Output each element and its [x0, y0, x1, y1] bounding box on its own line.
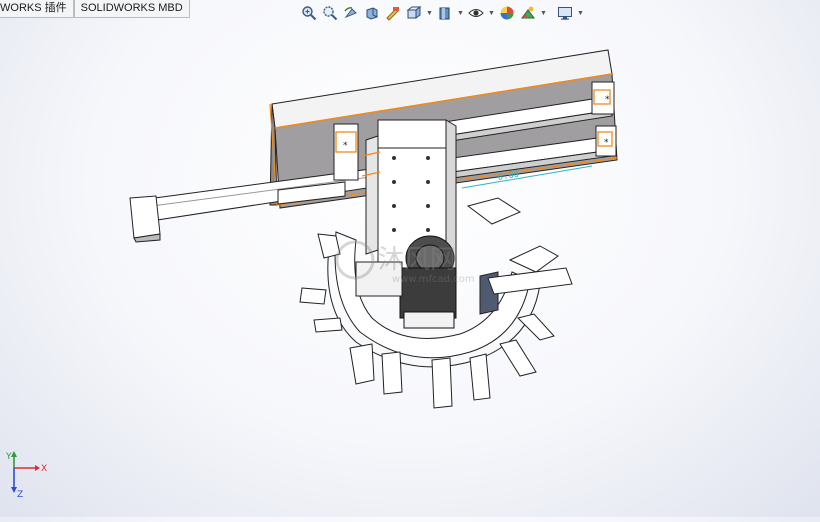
graphics-area[interactable]: * * * 0.00 沐风网 www.mfcad.com [0, 20, 820, 517]
view-settings-dropdown[interactable]: ▼ [577, 10, 584, 17]
svg-text:沐风网: 沐风网 [378, 245, 456, 275]
triad-y-label: Y [5, 452, 12, 462]
hide-show-dropdown[interactable]: ▼ [488, 10, 495, 17]
svg-text:www.mfcad.com: www.mfcad.com [392, 274, 475, 285]
reference-triad: X Y Z [4, 450, 54, 502]
svg-text:*: * [343, 141, 348, 151]
triad-x-label: X [41, 464, 47, 474]
command-manager-tabs: WORKS 插件 SOLIDWORKS MBD [0, 0, 190, 18]
tab-solidworks-mbd[interactable]: SOLIDWORKS MBD [73, 0, 190, 18]
assembly-model: * * * 0.00 沐风网 www.mfcad.com [129, 49, 618, 409]
dimension-value: 0.00 [497, 170, 520, 183]
apply-scene-dropdown[interactable]: ▼ [540, 10, 547, 17]
svg-text:*: * [604, 138, 609, 148]
view-orientation-dropdown[interactable]: ▼ [426, 10, 433, 17]
tab-solidworks-addins[interactable]: WORKS 插件 [0, 0, 74, 18]
triad-z-label: Z [17, 490, 23, 500]
display-style-dropdown[interactable]: ▼ [457, 10, 464, 17]
svg-text:*: * [605, 95, 610, 105]
